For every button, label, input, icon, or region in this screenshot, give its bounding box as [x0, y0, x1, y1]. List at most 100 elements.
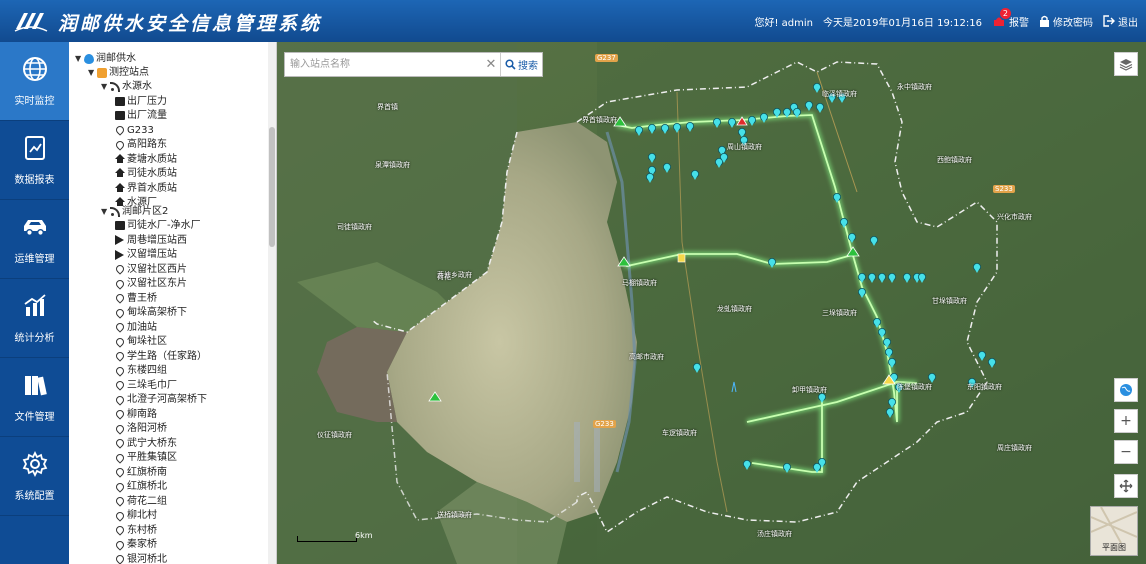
pan-button[interactable]: [1114, 474, 1138, 498]
tree-node-station-item[interactable]: 东村桥: [114, 524, 157, 537]
tree-node-station-item[interactable]: G233: [114, 124, 154, 137]
tree-node-station-item[interactable]: 平胜集镇区: [114, 451, 177, 464]
tree-node-station-item[interactable]: 学生路（任家路）: [114, 350, 207, 363]
tree-node-station-item[interactable]: 汉留社区西片: [114, 263, 187, 276]
tree-node-station-item[interactable]: 菱塘水质站: [115, 153, 177, 166]
zoom-in-button[interactable]: +: [1114, 409, 1138, 433]
collapse-arrow-icon[interactable]: ▼: [101, 205, 110, 218]
station-house-icon: [115, 197, 125, 206]
map-place-label: 龙虬镇政府: [717, 305, 752, 313]
tree-node-label: 出厂流量: [127, 110, 167, 121]
map-place-label: 司徒镇政府: [337, 223, 372, 231]
satellite-map[interactable]: [277, 42, 1146, 564]
tree-node-station-item[interactable]: 司徒水质站: [115, 167, 177, 180]
station-search-input[interactable]: [285, 53, 482, 76]
tree-scrollbar[interactable]: [268, 42, 276, 564]
tree-node-station-item[interactable]: 汉留增压站: [115, 248, 177, 261]
tree-node-label: 汉留社区西片: [127, 263, 187, 275]
tree-node-station-item[interactable]: 汉留社区东片: [114, 277, 187, 290]
tree-node-group[interactable]: ▼ 润邮片区2: [101, 205, 168, 218]
map-place-label: 周山镇政府: [727, 143, 762, 151]
location-pin-icon: [114, 379, 126, 391]
tree-node-station-item[interactable]: 周巷增压站西: [115, 234, 187, 247]
tree-node-label: 东楼四组: [127, 365, 167, 376]
tree-node-station-item[interactable]: 武宁大桥东: [114, 437, 177, 450]
tree-node-station-item[interactable]: 洛阳河桥: [114, 422, 167, 435]
globe-icon: [22, 57, 47, 81]
clear-icon[interactable]: ✕: [482, 57, 500, 72]
nav-system-config[interactable]: 系统配置: [0, 437, 69, 516]
tree-node-label: 荷花二组: [127, 495, 167, 507]
tree-node-group[interactable]: ▼ 水源水: [101, 80, 152, 93]
map-search-box: ✕ 搜索: [284, 52, 543, 77]
search-button[interactable]: 搜索: [500, 53, 542, 76]
tree-node-label: 甸垛高架桥下: [127, 307, 187, 318]
tree-node-station-item[interactable]: 柳北村: [114, 509, 157, 522]
layers-icon: [1119, 59, 1133, 71]
map-place-label: 界首镇政府: [582, 116, 617, 124]
change-password-button[interactable]: 修改密码: [1039, 14, 1093, 29]
tree-scrollbar-thumb[interactable]: [269, 127, 275, 247]
scale-bar: [297, 536, 357, 542]
tree-node-root[interactable]: ▼ 润邮供水: [75, 52, 136, 65]
collapse-arrow-icon[interactable]: ▼: [88, 66, 97, 79]
nav-statistics[interactable]: 统计分析: [0, 279, 69, 358]
tree-node-station-item[interactable]: 出厂压力: [115, 95, 167, 108]
tree-node-station-item[interactable]: 银河桥北: [114, 553, 167, 564]
tree-node-station-item[interactable]: 东楼四组: [114, 364, 167, 377]
zoom-out-button[interactable]: −: [1114, 440, 1138, 464]
tree-node-station-item[interactable]: 柳南路: [114, 408, 157, 421]
alarm-button[interactable]: 2 报警: [992, 8, 1029, 29]
logout-button[interactable]: 退出: [1103, 14, 1138, 29]
nav-file-management[interactable]: 文件管理: [0, 358, 69, 437]
tree-node-station-item[interactable]: 出厂流量: [115, 109, 167, 122]
tree-node-station-item[interactable]: 红旗桥北: [114, 480, 167, 493]
collapse-arrow-icon[interactable]: ▼: [101, 80, 110, 93]
map-place-label: 陈堡镇政府: [897, 383, 932, 391]
alarm-icon: 2: [992, 8, 1011, 28]
tree-node-label: 学生路（任家路）: [127, 350, 207, 362]
location-pin-icon: [114, 480, 126, 493]
header-bar: 润邮供水安全信息管理系统 您好! admin 今天是2019年01月16日 19…: [0, 0, 1146, 42]
change-password-label: 修改密码: [1053, 17, 1093, 29]
map-view[interactable]: 界首镇政府 周山镇政府 临泽镇政府 永中镇政府 西鲍镇政府 兴化市政府 马棚镇政府 龙虬镇政府…: [277, 42, 1146, 564]
nav-realtime-monitor[interactable]: 实时监控: [0, 42, 69, 121]
logo-icon: [14, 13, 48, 32]
nav-maintenance[interactable]: 运维管理: [0, 200, 69, 279]
tree-node-label: 司徒水质站: [127, 168, 177, 179]
road-shield-label: S233: [993, 185, 1015, 193]
tree-node-station-item[interactable]: 界首水质站: [115, 182, 177, 195]
tree-node-station[interactable]: ▼ 测控站点: [88, 66, 149, 79]
layers-button[interactable]: [1114, 52, 1138, 76]
nav-label: 文件管理: [14, 412, 55, 423]
tree-node-label: 司徒水厂-净水厂: [127, 220, 201, 231]
tree-node-label: 周巷增压站西: [127, 234, 187, 246]
tree-node-station-item[interactable]: 三垛毛巾厂: [114, 379, 177, 392]
tree-node-station-item[interactable]: 红旗桥南: [114, 466, 167, 479]
location-pin-icon: [114, 277, 126, 290]
location-pin-icon: [114, 466, 126, 478]
tree-node-label: 三垛毛巾厂: [127, 379, 177, 391]
minimap-toggle[interactable]: 平面图: [1090, 506, 1138, 556]
tree-node-label: 红旗桥北: [127, 481, 167, 492]
water-drop-icon: [84, 53, 94, 64]
tree-node-station-item[interactable]: 加油站: [114, 321, 157, 334]
tree-node-station-item[interactable]: 北澄子河高架桥下: [114, 393, 207, 406]
tree-node-station-item[interactable]: 甸垛高架桥下: [114, 306, 187, 319]
map-place-label: 马棚镇政府: [622, 279, 657, 287]
tree-node-station-item[interactable]: 荷花二组: [114, 495, 167, 508]
nav-data-report[interactable]: 数据报表: [0, 121, 69, 200]
globe-view-button[interactable]: [1114, 378, 1138, 402]
tree-node-station-item[interactable]: 甸垛社区: [114, 335, 167, 348]
tree-node-station-item[interactable]: 秦家桥: [114, 538, 157, 551]
tree-node-station-item[interactable]: 司徒水厂-净水厂: [115, 219, 201, 232]
location-pin-icon: [114, 263, 126, 275]
device-icon: [115, 96, 125, 106]
collapse-arrow-icon[interactable]: ▼: [75, 52, 84, 65]
device-icon: [115, 221, 125, 230]
greeting-text: 您好! admin: [754, 17, 813, 29]
tree-node-station-item[interactable]: 高阳路东: [114, 138, 167, 151]
location-pin-icon: [114, 393, 126, 406]
tree-node-station-item[interactable]: 曹王桥: [114, 292, 157, 305]
tree-node-label: G233: [127, 124, 154, 136]
